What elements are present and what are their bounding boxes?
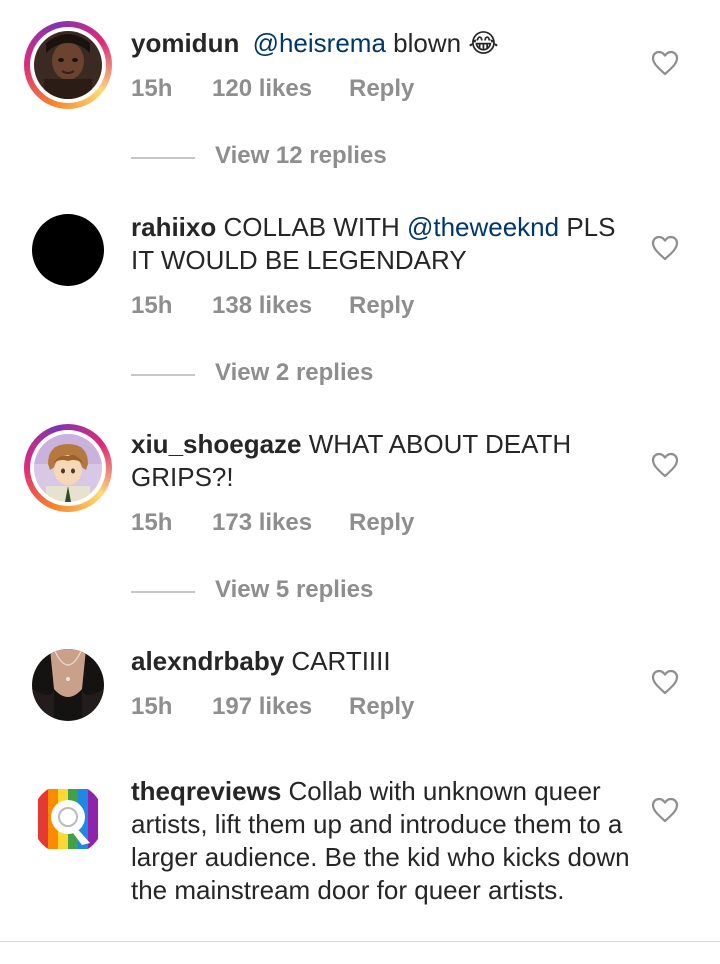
heart-icon[interactable] xyxy=(651,452,679,478)
heart-icon[interactable] xyxy=(651,235,679,261)
comment-username[interactable]: rahiixo xyxy=(131,212,216,242)
heart-icon[interactable] xyxy=(651,669,679,695)
view-replies-button[interactable]: View 12 replies xyxy=(131,142,431,172)
bottom-divider xyxy=(0,941,720,942)
reply-button[interactable]: Reply xyxy=(349,509,414,537)
divider-line xyxy=(131,157,195,159)
comment-body: blown 😂 xyxy=(385,28,499,58)
reply-button[interactable]: Reply xyxy=(349,292,414,320)
avatar[interactable] xyxy=(24,641,112,729)
reply-button[interactable]: Reply xyxy=(349,75,414,103)
comment-text: yomidun @heisrema blown 😂 xyxy=(131,27,631,60)
avatar[interactable] xyxy=(24,21,112,109)
comment-username[interactable]: theqreviews xyxy=(131,776,281,806)
likes-count[interactable]: 120 likes xyxy=(212,75,312,103)
comment-time: 15h xyxy=(131,509,173,536)
reply-button[interactable]: Reply xyxy=(349,693,414,721)
comment-username[interactable]: yomidun xyxy=(131,28,239,58)
comment-text: theqreviews Collab with unknown queer ar… xyxy=(131,775,631,907)
divider-line xyxy=(131,374,195,376)
likes-count[interactable]: 138 likes xyxy=(212,292,312,320)
comment-text: xiu_shoegaze WHAT ABOUT DEATH GRIPS?! xyxy=(131,428,631,494)
comment-time: 15h xyxy=(131,292,173,319)
comments-list: yomidun @heisrema blown 😂 15h 120 likes … xyxy=(0,0,720,964)
likes-count[interactable]: 173 likes xyxy=(212,509,312,537)
comment-time: 15h xyxy=(131,75,173,102)
comment-body: CARTIIII xyxy=(284,646,391,676)
photo-woman-icon xyxy=(34,31,102,99)
comment-body: COLLAB WITH xyxy=(216,212,407,242)
heart-icon[interactable] xyxy=(651,797,679,823)
mention-link[interactable]: @heisrema xyxy=(253,28,386,58)
comment-text: alexndrbaby CARTIIII xyxy=(131,645,631,678)
photo-necklace-icon xyxy=(32,649,104,721)
avatar[interactable] xyxy=(24,206,112,294)
black-circle-icon xyxy=(32,214,104,286)
divider-line xyxy=(131,591,195,593)
view-replies-label: View 5 replies xyxy=(215,576,374,603)
avatar[interactable] xyxy=(24,775,112,863)
comment-username[interactable]: alexndrbaby xyxy=(131,646,284,676)
heart-icon[interactable] xyxy=(651,50,679,76)
likes-count[interactable]: 197 likes xyxy=(212,693,312,721)
view-replies-label: View 12 replies xyxy=(215,142,387,169)
comment-username[interactable]: xiu_shoegaze xyxy=(131,429,302,459)
comment-text: rahiixo COLLAB WITH @theweeknd PLS IT WO… xyxy=(131,211,631,277)
comment-time: 15h xyxy=(131,693,173,720)
view-replies-label: View 2 replies xyxy=(215,359,374,386)
rainbow-q-logo-icon xyxy=(32,783,104,855)
mention-link[interactable]: @theweeknd xyxy=(407,212,559,242)
view-replies-button[interactable]: View 2 replies xyxy=(131,359,431,389)
avatar[interactable] xyxy=(24,424,112,512)
view-replies-button[interactable]: View 5 replies xyxy=(131,576,431,606)
anime-character-icon xyxy=(34,434,102,502)
